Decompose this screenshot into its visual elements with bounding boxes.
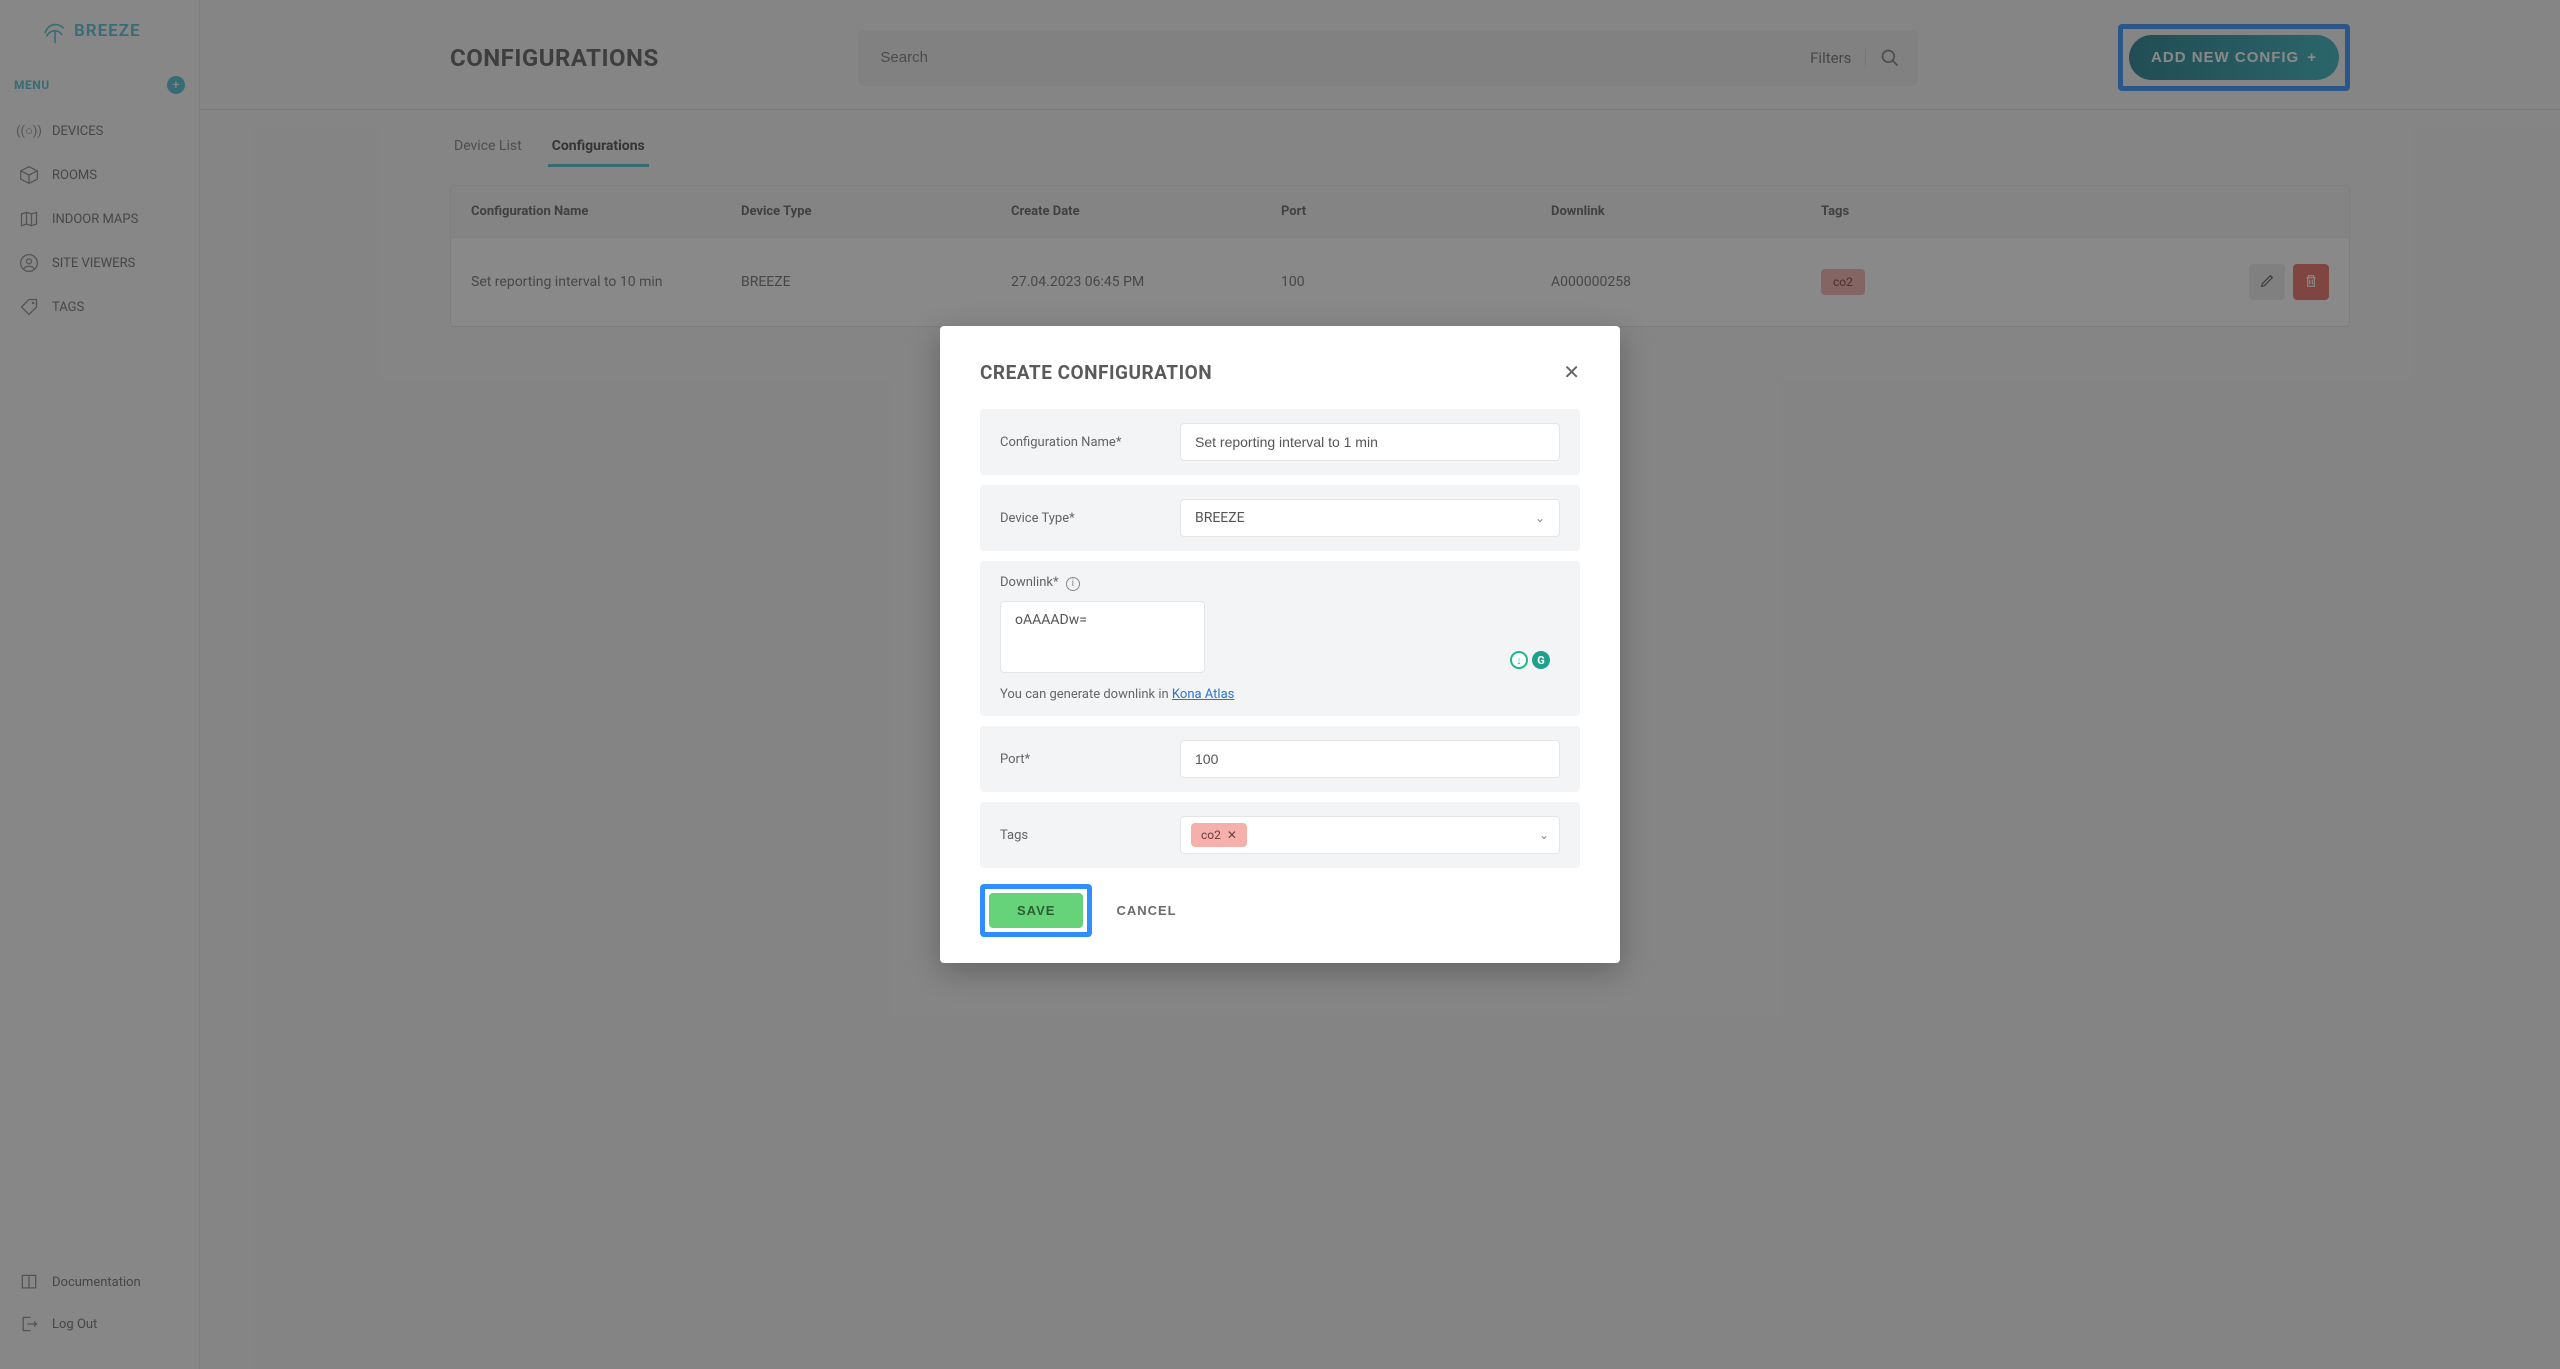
downlink-label-text: Downlink* [1000,575,1059,590]
kona-atlas-link[interactable]: Kona Atlas [1172,687,1234,702]
selected-tag-label: co2 [1201,828,1221,842]
port-input[interactable] [1180,740,1560,778]
chevron-down-icon: ⌄ [1535,511,1545,525]
save-highlight: SAVE [980,884,1092,937]
port-label: Port* [1000,752,1160,767]
tags-select[interactable]: co2 ✕ ⌄ [1180,816,1560,854]
modal-actions: SAVE CANCEL [980,884,1580,937]
device-type-select[interactable]: BREEZE ⌄ [1180,499,1560,537]
modal-header: CREATE CONFIGURATION ✕ [980,360,1580,385]
downlink-label: Downlink* i [1000,575,1560,591]
config-name-input[interactable] [1180,423,1560,461]
field-device-type: Device Type* BREEZE ⌄ [980,485,1580,551]
downlink-hint: You can generate downlink in Kona Atlas [1000,687,1560,702]
hint-prefix: You can generate downlink in [1000,687,1172,702]
downlink-input[interactable] [1000,601,1205,673]
grammar-arrow-icon[interactable]: ↓ [1510,651,1528,669]
close-icon: ✕ [1563,362,1580,384]
info-icon[interactable]: i [1066,577,1080,591]
field-configuration-name: Configuration Name* [980,409,1580,475]
device-type-value: BREEZE [1195,510,1245,526]
config-name-label: Configuration Name* [1000,435,1160,450]
create-configuration-modal: CREATE CONFIGURATION ✕ Configuration Nam… [940,326,1620,963]
cancel-button[interactable]: CANCEL [1116,903,1176,918]
selected-tag: co2 ✕ [1191,823,1247,847]
field-tags: Tags co2 ✕ ⌄ [980,802,1580,868]
chevron-down-icon: ⌄ [1539,828,1549,842]
modal-title: CREATE CONFIGURATION [980,361,1212,384]
grammarly-icon[interactable]: G [1532,651,1550,669]
remove-tag-button[interactable]: ✕ [1227,828,1237,842]
save-button[interactable]: SAVE [989,893,1083,928]
grammar-badges: ↓ G [1510,651,1550,669]
close-modal-button[interactable]: ✕ [1563,360,1580,385]
tags-label: Tags [1000,828,1160,843]
field-port: Port* [980,726,1580,792]
device-type-label: Device Type* [1000,511,1160,526]
field-downlink: Downlink* i ↓ G You can generate downlin… [980,561,1580,716]
